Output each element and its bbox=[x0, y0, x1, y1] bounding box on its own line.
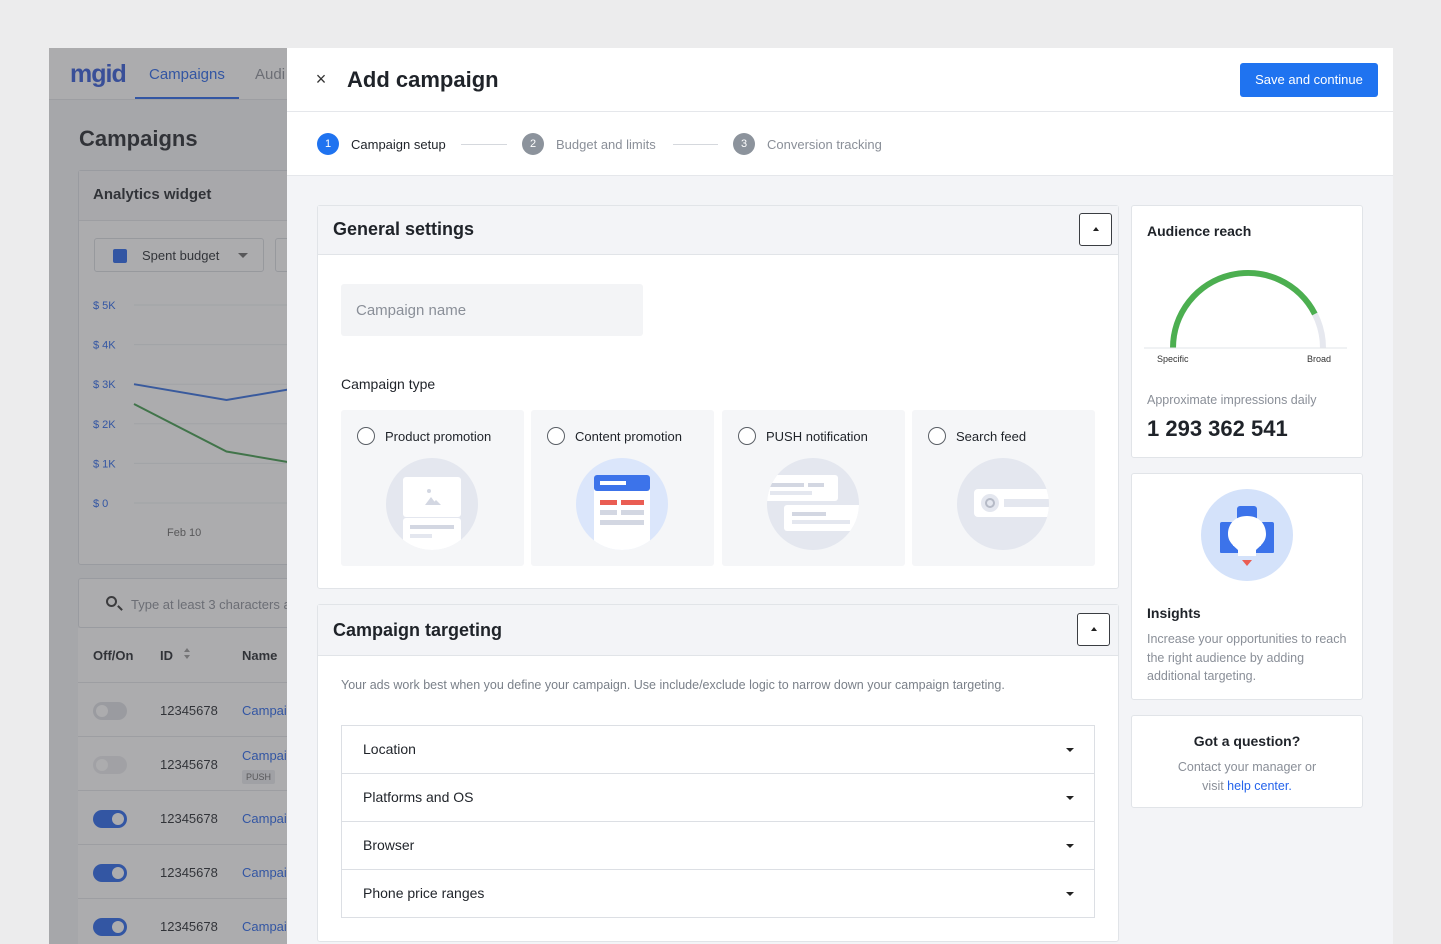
accordion-platforms-os[interactable]: Platforms and OS bbox=[341, 773, 1095, 822]
insights-title: Insights bbox=[1147, 605, 1201, 621]
campaign-type-product-promotion[interactable]: Product promotion bbox=[341, 410, 524, 566]
insights-card: Insights Increase your opportunities to … bbox=[1131, 473, 1363, 700]
campaign-type-search-feed[interactable]: Search feed bbox=[912, 410, 1095, 566]
accordion-phone-price[interactable]: Phone price ranges bbox=[341, 869, 1095, 918]
lightbulb-icon bbox=[1201, 489, 1293, 581]
modal-backdrop[interactable] bbox=[49, 48, 287, 944]
question-text: Contact your manager or visit help cente… bbox=[1132, 758, 1362, 795]
step-label: Budget and limits bbox=[556, 137, 656, 152]
audience-reach-title: Audience reach bbox=[1147, 223, 1252, 239]
accordion-label: Browser bbox=[363, 837, 415, 853]
radio-button[interactable] bbox=[738, 427, 756, 445]
campaign-name-input[interactable] bbox=[341, 284, 643, 336]
campaign-type-push-notification[interactable]: PUSH notification bbox=[722, 410, 905, 566]
campaign-type-label: Product promotion bbox=[385, 429, 492, 444]
radio-button[interactable] bbox=[547, 427, 565, 445]
add-campaign-modal: × Add campaign Save and continue 1 Campa… bbox=[287, 48, 1393, 944]
audience-reach-card: Audience reach Specific Broad Approximat… bbox=[1131, 205, 1363, 458]
accordion-location[interactable]: Location bbox=[341, 725, 1095, 774]
step-label: Conversion tracking bbox=[767, 137, 882, 152]
step-divider bbox=[461, 144, 507, 145]
campaign-type-content-promotion[interactable]: Content promotion bbox=[531, 410, 714, 566]
campaign-type-label: PUSH notification bbox=[766, 429, 868, 444]
modal-title: Add campaign bbox=[347, 67, 499, 92]
step-number: 3 bbox=[733, 133, 755, 155]
accordion-browser[interactable]: Browser bbox=[341, 821, 1095, 870]
question-card: Got a question? Contact your manager or … bbox=[1131, 715, 1363, 808]
campaign-type-label: Campaign type bbox=[341, 376, 436, 392]
question-title: Got a question? bbox=[1193, 733, 1301, 749]
insights-text: Increase your opportunities to reach the… bbox=[1147, 632, 1347, 683]
content-promotion-icon bbox=[576, 458, 668, 550]
campaign-targeting-header: Campaign targeting bbox=[318, 605, 1118, 656]
chevron-down-icon bbox=[1066, 844, 1074, 848]
radio-button[interactable] bbox=[928, 427, 946, 445]
audience-gauge bbox=[1144, 270, 1347, 349]
gauge-min-label: Specific bbox=[1157, 354, 1189, 364]
impressions-value: 1 293 362 541 bbox=[1147, 416, 1288, 441]
chevron-down-icon bbox=[1066, 748, 1074, 752]
question-text-prefix: visit bbox=[1202, 778, 1228, 793]
radio-button[interactable] bbox=[357, 427, 375, 445]
search-feed-icon bbox=[957, 458, 1049, 550]
general-settings-header: General settings bbox=[318, 206, 1118, 255]
chevron-down-icon bbox=[1066, 892, 1074, 896]
accordion-label: Platforms and OS bbox=[363, 789, 474, 805]
general-settings-card: General settings Campaign type Product p… bbox=[317, 205, 1119, 589]
step-divider bbox=[673, 144, 718, 145]
push-notification-icon bbox=[767, 458, 859, 550]
campaign-targeting-card: Campaign targeting Your ads work best wh… bbox=[317, 604, 1119, 942]
close-icon[interactable]: × bbox=[313, 70, 329, 88]
campaign-type-label: Search feed bbox=[956, 429, 1027, 444]
collapse-general-settings-button[interactable] bbox=[1079, 213, 1112, 246]
step-number: 1 bbox=[317, 133, 339, 155]
step-label: Campaign setup bbox=[351, 137, 446, 152]
campaign-type-label: Content promotion bbox=[575, 429, 682, 444]
modal-header: × Add campaign Save and continue bbox=[287, 48, 1393, 112]
accordion-label: Phone price ranges bbox=[363, 885, 485, 901]
general-settings-title: General settings bbox=[333, 219, 475, 239]
campaign-targeting-title: Campaign targeting bbox=[333, 620, 503, 640]
targeting-description: Your ads work best when you define your … bbox=[341, 678, 1005, 692]
help-center-link[interactable]: help center. bbox=[1227, 779, 1292, 793]
save-and-continue-button[interactable]: Save and continue bbox=[1240, 63, 1378, 97]
stepper: 1 Campaign setup 2 Budget and limits 3 C… bbox=[287, 112, 1393, 176]
step-number: 2 bbox=[522, 133, 544, 155]
chevron-down-icon bbox=[1066, 796, 1074, 800]
accordion-label: Location bbox=[363, 741, 416, 757]
impressions-label: Approximate impressions daily bbox=[1147, 393, 1317, 407]
collapse-targeting-button[interactable] bbox=[1077, 613, 1110, 646]
question-text-line1: Contact your manager or bbox=[1177, 760, 1317, 774]
gauge-max-label: Broad bbox=[1307, 354, 1332, 364]
product-promotion-icon bbox=[386, 458, 478, 550]
